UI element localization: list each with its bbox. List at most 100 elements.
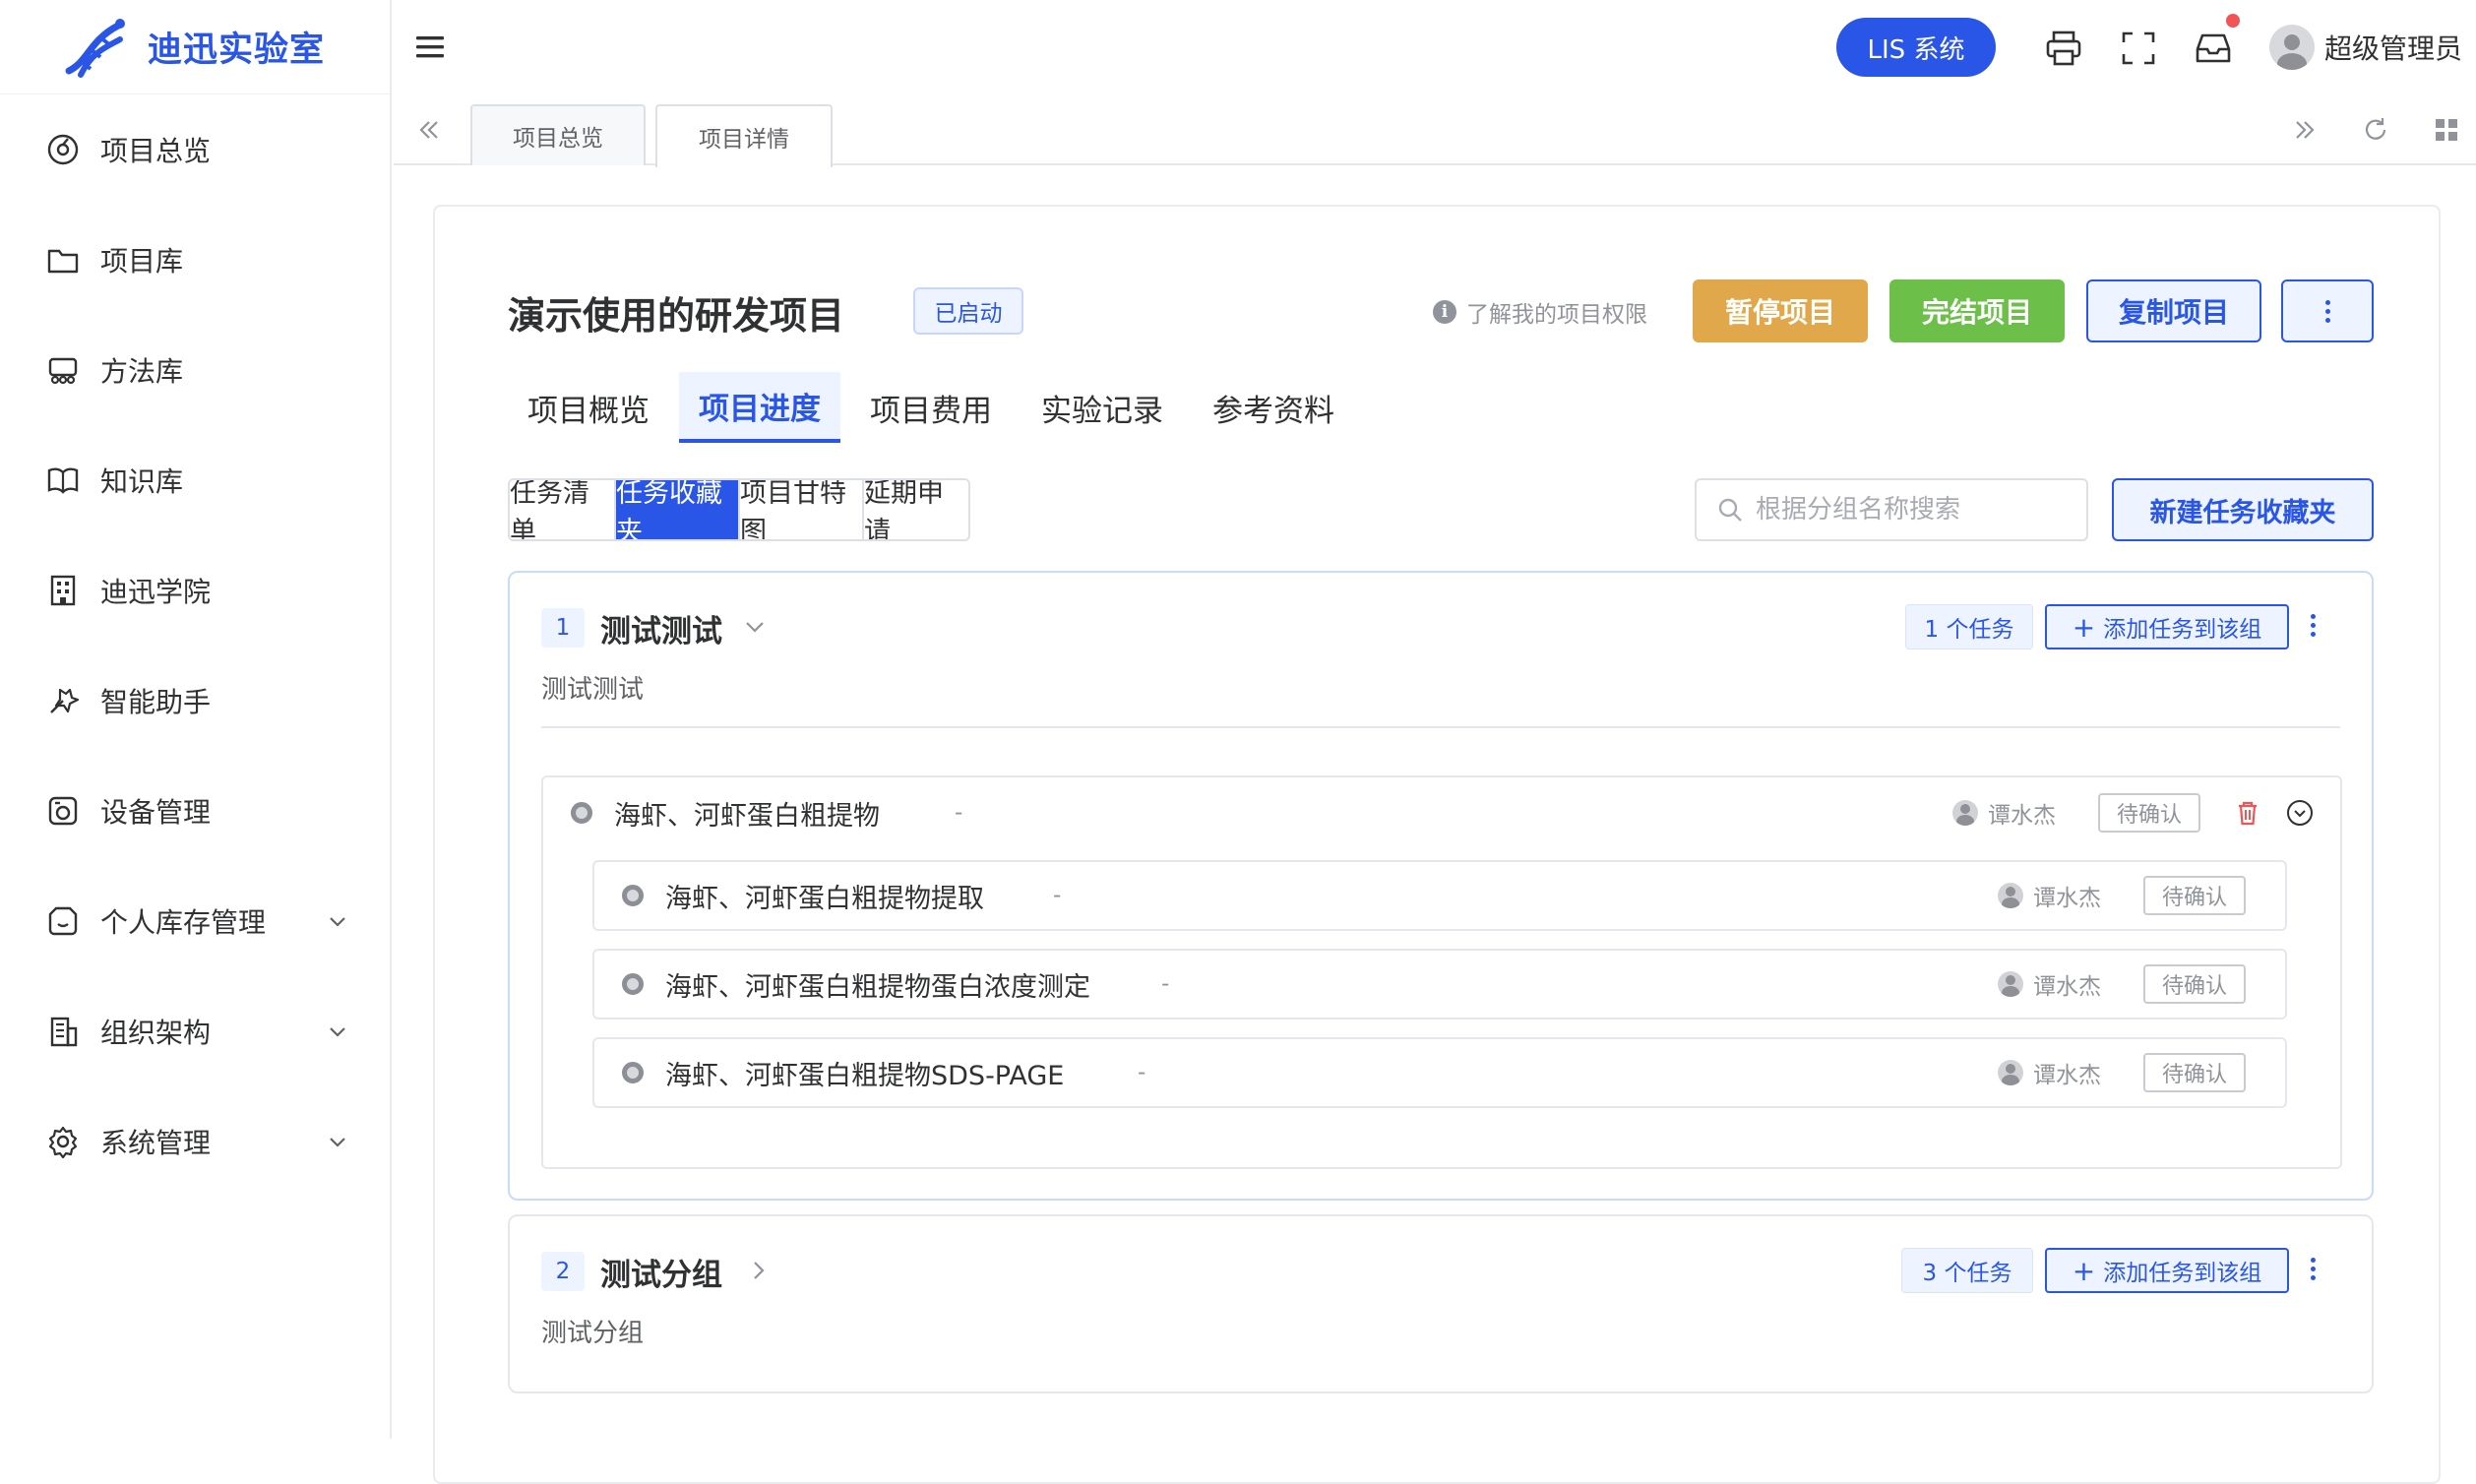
assignee: 谭水杰 [1998,967,2101,1001]
task-date: - [955,800,963,826]
user-name: 超级管理员 [2324,32,2463,65]
task-tree: 海虾、河虾蛋白粗提物 - 谭水杰 待确认 海虾、河虾蛋白粗提物提取 - 谭水杰 … [541,775,2342,1169]
assignee-name: 谭水杰 [2033,886,2101,911]
pause-project-button[interactable]: 暂停项目 [1693,279,1868,342]
sidebar-item-project-library[interactable]: 项目库 [0,205,390,315]
dna-logo-icon [65,18,125,78]
project-detail-card: 演示使用的研发项目 已启动 i 了解我的项目权限 暂停项目 完结项目 复制项目 … [433,205,2441,1484]
task-row[interactable]: 海虾、河虾蛋白粗提物 - 谭水杰 待确认 [543,777,2340,848]
add-task-to-group-button[interactable]: + 添加任务到该组 [2045,1248,2289,1293]
tab-delay-request[interactable]: 延期申请 [864,480,968,539]
more-vertical-icon [2324,299,2330,323]
page-tab-bar: 项目总览 项目详情 [394,94,2476,167]
org-icon [43,1012,83,1051]
finish-project-button[interactable]: 完结项目 [1889,279,2065,342]
status-badge: 已启动 [913,287,1023,335]
collapse-circle-icon[interactable] [2285,798,2315,828]
sidebar-item-method-library[interactable]: 方法库 [0,315,390,425]
hamburger-menu-icon[interactable] [413,30,449,65]
folder-icon [43,240,83,279]
delete-icon[interactable] [2234,799,2261,827]
task-group: 1 测试测试 测试测试 1 个任务 + 添加任务到该组 海虾、河虾蛋白粗提物 -… [508,571,2374,1201]
sidebar-item-system-settings[interactable]: 系统管理 [0,1086,390,1197]
subtask-row[interactable]: 海虾、河虾蛋白粗提物提取 - 谭水杰 待确认 [592,860,2287,931]
sidebar: 迪迅实验室 项目总览 项目库 方法库 知识库 迪迅学院 智能助手 设备管理 个人… [0,0,392,1439]
group-description: 测试测试 [541,675,645,705]
add-task-label: 添加任务到该组 [2103,1261,2262,1286]
group-name: 测试测试 [600,614,722,649]
chevron-down-icon [330,1027,345,1037]
chevron-right-icon[interactable] [746,1258,772,1283]
method-icon [43,350,83,390]
task-date: - [1053,883,1062,908]
inbox-notification-icon[interactable] [2193,28,2234,69]
tab-task-favorites[interactable]: 任务收藏夹 [616,480,740,539]
sidebar-item-inventory[interactable]: 个人库存管理 [0,866,390,976]
tab-references[interactable]: 参考资料 [1193,372,1354,443]
subtask-row[interactable]: 海虾、河虾蛋白粗提物SDS-PAGE - 谭水杰 待确认 [592,1037,2287,1108]
print-icon[interactable] [2043,28,2084,69]
task-name: 海虾、河虾蛋白粗提物提取 [665,883,984,914]
tab-project-progress[interactable]: 项目进度 [679,372,840,443]
status-badge: 待确认 [2098,793,2200,833]
add-task-to-group-button[interactable]: + 添加任务到该组 [2045,604,2289,649]
page-title: 演示使用的研发项目 [508,294,845,338]
task-name: 海虾、河虾蛋白粗提物蛋白浓度测定 [665,971,1090,1003]
group-search[interactable] [1695,478,2088,541]
status-badge: 待确认 [2143,964,2246,1004]
brand-logo[interactable]: 迪迅实验室 [0,0,390,94]
device-icon [43,791,83,831]
group-description: 测试分组 [541,1319,645,1348]
building-icon [43,571,83,610]
permission-link[interactable]: i 了解我的项目权限 [1433,295,1647,329]
sidebar-item-knowledge-base[interactable]: 知识库 [0,425,390,535]
tab-experiment-records[interactable]: 实验记录 [1021,372,1183,443]
avatar [1998,971,2023,997]
settings-icon [43,1122,83,1161]
status-dot-icon [622,973,644,995]
grid-menu-icon[interactable] [2431,114,2462,146]
page-tab-project-overview[interactable]: 项目总览 [470,104,646,165]
copy-project-button[interactable]: 复制项目 [2086,279,2261,342]
group-more-icon[interactable] [2311,614,2316,637]
more-actions-button[interactable] [2281,279,2374,342]
task-group: 2 测试分组 测试分组 3 个任务 + 添加任务到该组 [508,1214,2374,1393]
tab-project-cost[interactable]: 项目费用 [850,372,1012,443]
page-tab-project-detail[interactable]: 项目详情 [655,104,833,167]
tab-task-list[interactable]: 任务清单 [510,480,616,539]
search-input[interactable] [1756,495,2071,525]
assignee-name: 谭水杰 [1988,803,2056,829]
sidebar-item-device-management[interactable]: 设备管理 [0,756,390,866]
tab-gantt-chart[interactable]: 项目甘特图 [740,480,864,539]
scroll-left-icon[interactable] [413,114,445,146]
sidebar-item-organization[interactable]: 组织架构 [0,976,390,1086]
status-dot-icon [622,1062,644,1083]
status-dot-icon [622,885,644,906]
group-index: 2 [541,1252,585,1291]
group-name: 测试分组 [600,1258,722,1293]
task-name: 海虾、河虾蛋白粗提物 [614,800,880,832]
sidebar-item-assistant[interactable]: 智能助手 [0,646,390,756]
sidebar-item-project-overview[interactable]: 项目总览 [0,94,390,205]
chevron-down-icon[interactable] [742,614,768,640]
user-menu[interactable]: 超级管理员 [2269,22,2462,73]
status-dot-icon [571,802,592,824]
fullscreen-icon[interactable] [2118,28,2159,69]
chevron-down-icon [330,917,345,927]
status-badge: 待确认 [2143,1053,2246,1092]
new-task-favorite-button[interactable]: 新建任务收藏夹 [2112,478,2374,541]
assignee-name: 谭水杰 [2033,1063,2101,1088]
divider [541,726,2340,728]
lis-system-button[interactable]: LIS 系统 [1836,18,1996,77]
info-icon: i [1433,300,1456,324]
assignee: 谭水杰 [1998,1056,2101,1089]
sidebar-item-label: 智能助手 [100,686,212,718]
tab-project-overview[interactable]: 项目概览 [508,372,669,443]
status-badge: 待确认 [2143,876,2246,915]
scroll-right-icon[interactable] [2289,114,2321,146]
subtask-row[interactable]: 海虾、河虾蛋白粗提物蛋白浓度测定 - 谭水杰 待确认 [592,949,2287,1020]
assignee: 谭水杰 [1952,796,2056,830]
sidebar-item-academy[interactable]: 迪迅学院 [0,535,390,646]
refresh-icon[interactable] [2360,114,2391,146]
group-more-icon[interactable] [2311,1258,2316,1280]
